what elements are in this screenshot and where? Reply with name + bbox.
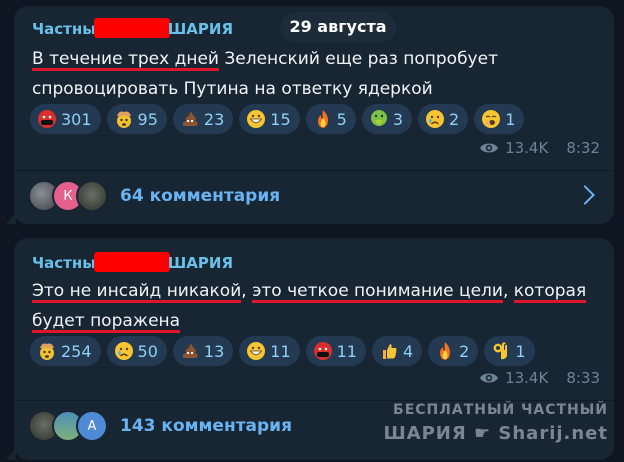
- thumbs-up-icon: [382, 344, 397, 359]
- comments-button[interactable]: К 64 комментария: [28, 178, 600, 214]
- date-separator: 29 августа: [280, 12, 396, 42]
- eye-icon: [480, 143, 499, 153]
- reaction-count: 13: [203, 341, 225, 361]
- crying-face-icon: [114, 342, 133, 360]
- eye-icon: [480, 373, 499, 383]
- view-count: 13.4K: [505, 139, 549, 157]
- channel-name-suffix: ШАРИЯ: [167, 20, 234, 38]
- reactions-bar: 254 50 13 11 11 4 2 1: [30, 336, 535, 366]
- watermark: БЕСПЛАТНЫЙ ЧАСТНЫЙ ШАРИЯ ☛ Sharij.net: [383, 398, 608, 446]
- underlined-text: это четкое понимание цели: [252, 281, 503, 303]
- message-text-part: ,: [241, 281, 253, 301]
- reaction-pill[interactable]: 95: [106, 104, 167, 134]
- reaction-pill[interactable]: 2: [418, 104, 469, 134]
- reaction-count: 15: [270, 109, 291, 129]
- underlined-text: Это не инсайд никакой: [32, 281, 242, 303]
- reaction-count: 1: [505, 109, 516, 129]
- redaction-box: [93, 252, 170, 272]
- exploding-head-icon: [40, 343, 54, 360]
- reaction-pill[interactable]: 5: [305, 104, 356, 134]
- reaction-count: 4: [402, 341, 414, 361]
- message-meta: 13.4K 8:32: [479, 139, 600, 157]
- comments-label: 143 комментария: [120, 416, 293, 436]
- channel-name-prefix: Частны: [32, 254, 96, 272]
- message-time: 8:32: [566, 139, 600, 157]
- reaction-pill[interactable]: 50: [106, 336, 167, 366]
- reaction-pill[interactable]: 11: [305, 336, 366, 366]
- fire-icon: [317, 110, 328, 128]
- reaction-count: 11: [270, 341, 291, 361]
- poop-icon: [182, 344, 198, 358]
- view-count: 13.4K: [505, 369, 549, 387]
- reaction-count: 95: [137, 109, 158, 129]
- reaction-pill[interactable]: 2: [428, 336, 479, 366]
- message-text-part: ,: [502, 281, 514, 301]
- reaction-count: 1: [515, 341, 526, 361]
- reaction-pill[interactable]: 301: [30, 104, 101, 134]
- bubble-tail: [6, 448, 16, 460]
- commenter-avatars: К: [28, 180, 108, 212]
- watermark-line: ШАРИЯ ☛ Sharij.net: [383, 423, 608, 444]
- reaction-pill[interactable]: 254: [30, 336, 101, 366]
- reaction-count: 2: [459, 341, 470, 361]
- commenter-avatars: А: [28, 410, 108, 442]
- message-time: 8:33: [566, 369, 600, 387]
- reaction-pill[interactable]: 15: [239, 104, 300, 134]
- reaction-count: 23: [203, 109, 225, 129]
- poop-icon: [182, 112, 198, 126]
- reaction-pill[interactable]: 11: [239, 336, 300, 366]
- avatar: [76, 180, 108, 212]
- message-text: В течение трех дней Зеленский еще раз по…: [32, 44, 592, 104]
- underlined-text: В течение трех дней: [32, 49, 219, 71]
- divider: [14, 170, 614, 171]
- reaction-pill[interactable]: 4: [371, 336, 423, 366]
- reaction-count: 3: [392, 109, 403, 129]
- reaction-count: 50: [137, 341, 158, 361]
- redaction-box: [93, 18, 170, 38]
- reaction-count: 301: [61, 109, 92, 129]
- crying-face-icon: [426, 110, 444, 128]
- chevron-right-icon: [575, 185, 595, 205]
- grinning-face-icon: [247, 342, 266, 360]
- channel-name[interactable]: Частны ШАРИЯ: [32, 18, 233, 38]
- grinning-face-icon: [247, 110, 266, 128]
- vomiting-face-icon: [370, 110, 387, 126]
- comments-label: 64 комментария: [120, 186, 281, 206]
- reaction-pill[interactable]: 1: [474, 104, 525, 134]
- reaction-pill[interactable]: 1: [484, 336, 535, 366]
- reaction-count: 11: [336, 341, 357, 361]
- swearing-face-icon: [313, 342, 332, 360]
- swearing-face-icon: [38, 110, 56, 128]
- ok-hand-icon: [493, 342, 508, 360]
- reaction-pill[interactable]: 3: [361, 104, 412, 134]
- fire-icon: [440, 342, 451, 360]
- exploding-head-icon: [116, 111, 131, 128]
- reactions-bar: 301 95 23 15 5 3 2 1: [30, 104, 525, 134]
- reaction-pill[interactable]: 23: [172, 104, 234, 134]
- watermark-line: БЕСПЛАТНЫЙ ЧАСТНЫЙ: [393, 402, 608, 418]
- channel-name[interactable]: Частны ШАРИЯ: [32, 252, 233, 272]
- channel-name-prefix: Частны: [32, 20, 96, 38]
- reaction-count: 2: [449, 109, 460, 129]
- message-text: Это не инсайд никакой, это четкое понима…: [32, 276, 592, 336]
- reaction-count: 254: [61, 341, 92, 361]
- reaction-count: 5: [336, 109, 347, 129]
- message-meta: 13.4K 8:33: [479, 369, 600, 387]
- bubble-tail: [6, 212, 16, 224]
- reaction-pill[interactable]: 13: [172, 336, 234, 366]
- avatar: А: [76, 410, 108, 442]
- channel-name-suffix: ШАРИЯ: [167, 254, 234, 272]
- yawning-face-icon: [482, 110, 501, 128]
